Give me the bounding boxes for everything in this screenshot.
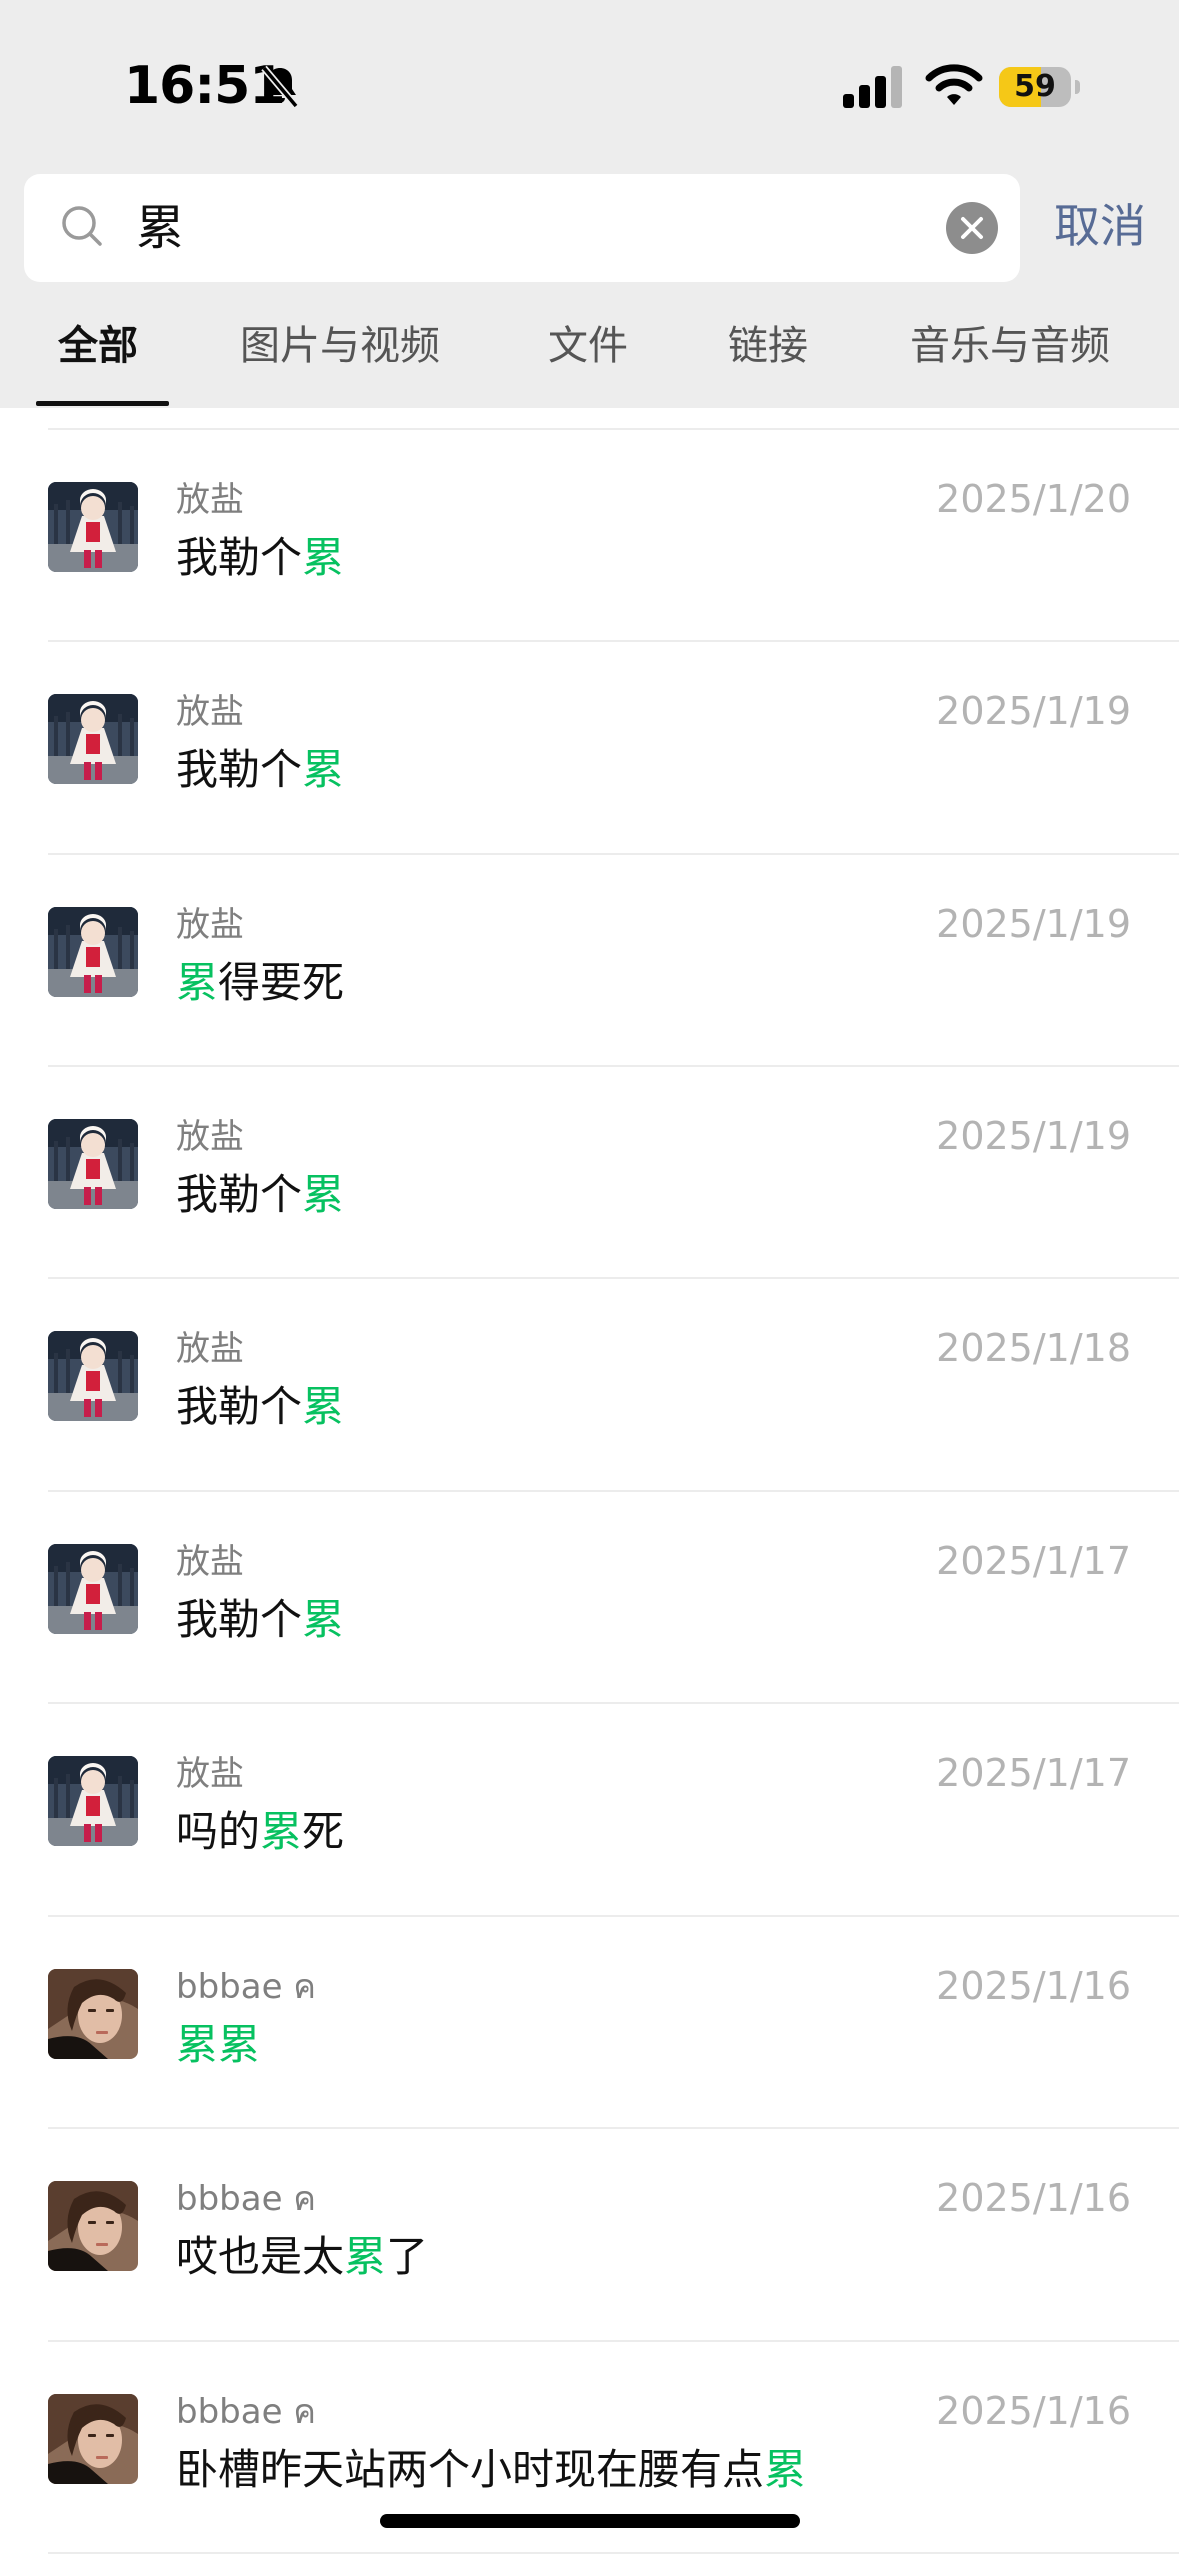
highlighted-keyword: 累 xyxy=(344,2232,387,2282)
row-divider xyxy=(48,2552,1179,2555)
message-text-part: 我勒个 xyxy=(176,532,303,582)
message-text-part: 哎也是太 xyxy=(176,2232,345,2282)
bell-slash-icon xyxy=(256,62,304,110)
sender-name: 放盐 xyxy=(176,1541,244,1582)
search-result-row[interactable]: 放盐 2025/1/20 我勒个累 xyxy=(0,428,1179,640)
message-text: 吗的累死 xyxy=(176,1806,344,1858)
battery-icon: 59 xyxy=(999,67,1080,107)
search-result-row[interactable]: 放盐 2025/1/17 我勒个累 xyxy=(0,1490,1179,1702)
sender-name: 放盐 xyxy=(176,1754,244,1795)
highlighted-keyword: 累 xyxy=(176,957,219,1007)
tab-files[interactable]: 文件 xyxy=(548,318,628,374)
message-text: 我勒个累 xyxy=(176,532,344,584)
search-results-list[interactable]: 放盐 2025/1/20 我勒个累 放盐 2025/1/19 我勒个累 放盐 2025/1/1… xyxy=(0,408,1179,2556)
search-result-row[interactable]: 放盐 2025/1/19 累得要死 xyxy=(0,853,1179,1065)
avatar[interactable] xyxy=(48,694,138,785)
message-date: 2025/1/19 xyxy=(936,1113,1131,1158)
message-text-part: 了 xyxy=(386,2232,429,2282)
message-text: 我勒个累 xyxy=(176,1381,344,1433)
message-date: 2025/1/19 xyxy=(936,689,1131,734)
tab-images-videos[interactable]: 图片与视频 xyxy=(240,318,440,374)
avatar[interactable] xyxy=(48,1118,138,1209)
search-field[interactable]: 累 xyxy=(24,174,1020,282)
sender-name: 放盐 xyxy=(176,692,244,733)
highlighted-keyword: 累累 xyxy=(176,2019,261,2069)
message-text-part: 我勒个 xyxy=(176,1169,303,1219)
message-text: 累累 xyxy=(176,2019,260,2071)
cellular-signal-icon xyxy=(843,66,905,108)
message-text-part: 吗的 xyxy=(176,1807,261,1857)
avatar[interactable] xyxy=(48,1756,138,1847)
message-text-part: 得要死 xyxy=(218,957,345,1007)
highlighted-keyword: 累 xyxy=(302,1169,345,1219)
message-date: 2025/1/18 xyxy=(936,1326,1131,1371)
active-tab-indicator xyxy=(36,401,169,406)
search-result-row[interactable]: bbbae ค 2025/1/16 哎也是太累了 xyxy=(0,2127,1179,2339)
avatar[interactable] xyxy=(48,2181,138,2272)
search-icon xyxy=(54,198,114,258)
wifi-icon xyxy=(925,62,983,108)
highlighted-keyword: 累 xyxy=(302,1594,345,1644)
highlighted-keyword: 累 xyxy=(302,532,345,582)
search-result-row[interactable]: 放盐 2025/1/18 我勒个累 xyxy=(0,1277,1179,1489)
sender-name: 放盐 xyxy=(176,1329,244,1370)
home-indicator[interactable] xyxy=(380,2514,800,2528)
message-text-part: 我勒个 xyxy=(176,1594,303,1644)
message-date: 2025/1/17 xyxy=(936,1538,1131,1583)
message-date: 2025/1/19 xyxy=(936,901,1131,946)
message-date: 2025/1/16 xyxy=(936,2388,1131,2433)
tab-links[interactable]: 链接 xyxy=(728,318,808,374)
clear-search-button[interactable] xyxy=(946,202,998,254)
message-text: 哎也是太累了 xyxy=(176,2231,428,2283)
search-input[interactable]: 累 xyxy=(136,200,184,256)
avatar[interactable] xyxy=(48,1543,138,1634)
message-text: 我勒个累 xyxy=(176,1169,344,1221)
message-text-part: 死 xyxy=(302,1807,345,1857)
tab-all[interactable]: 全部 xyxy=(58,318,138,374)
message-text-part: 卧槽昨天站两个小时现在腰有点 xyxy=(176,2444,765,2494)
sender-name: bbbae ค xyxy=(176,1966,317,2007)
avatar[interactable] xyxy=(48,1331,138,1422)
avatar[interactable] xyxy=(48,2393,138,2484)
close-icon xyxy=(961,217,983,239)
battery-body: 59 xyxy=(999,67,1071,107)
tab-music-audio[interactable]: 音乐与音频 xyxy=(910,318,1110,374)
search-result-row[interactable]: 放盐 2025/1/17 吗的累死 xyxy=(0,1702,1179,1914)
highlighted-keyword: 累 xyxy=(260,1807,303,1857)
search-result-row[interactable]: 放盐 2025/1/19 我勒个累 xyxy=(0,640,1179,852)
message-text: 累得要死 xyxy=(176,957,344,1009)
message-date: 2025/1/20 xyxy=(936,476,1131,521)
message-text-part: 我勒个 xyxy=(176,745,303,795)
search-result-row[interactable]: 放盐 2025/1/19 我勒个累 xyxy=(0,1065,1179,1277)
message-date: 2025/1/17 xyxy=(936,1751,1131,1796)
sender-name: bbbae ค xyxy=(176,2179,317,2220)
highlighted-keyword: 累 xyxy=(764,2444,807,2494)
battery-level: 59 xyxy=(1014,69,1056,104)
cancel-button[interactable]: 取消 xyxy=(1054,196,1146,256)
message-text: 我勒个累 xyxy=(176,1594,344,1646)
avatar[interactable] xyxy=(48,1968,138,2059)
message-text: 卧槽昨天站两个小时现在腰有点累 xyxy=(176,2444,806,2496)
sender-name: 放盐 xyxy=(176,1116,244,1157)
message-date: 2025/1/16 xyxy=(936,2176,1131,2221)
search-filter-tabs: 全部 图片与视频 文件 链接 音乐与音频 xyxy=(0,318,1179,408)
sender-name: 放盐 xyxy=(176,479,244,520)
highlighted-keyword: 累 xyxy=(302,1382,345,1432)
avatar[interactable] xyxy=(48,481,138,572)
message-text: 我勒个累 xyxy=(176,744,344,796)
battery-cap xyxy=(1075,80,1080,94)
search-result-row[interactable]: bbbae ค 2025/1/16 累累 xyxy=(0,1915,1179,2127)
status-bar: 16:51 59 xyxy=(0,0,1179,160)
sender-name: 放盐 xyxy=(176,904,244,945)
sender-name: bbbae ค xyxy=(176,2391,317,2432)
message-text-part: 我勒个 xyxy=(176,1382,303,1432)
search-header: 16:51 59 累 取消 全部 图片与视频 文件 链接 音乐与音频 xyxy=(0,0,1179,408)
highlighted-keyword: 累 xyxy=(302,745,345,795)
message-date: 2025/1/16 xyxy=(936,1963,1131,2008)
avatar[interactable] xyxy=(48,906,138,997)
